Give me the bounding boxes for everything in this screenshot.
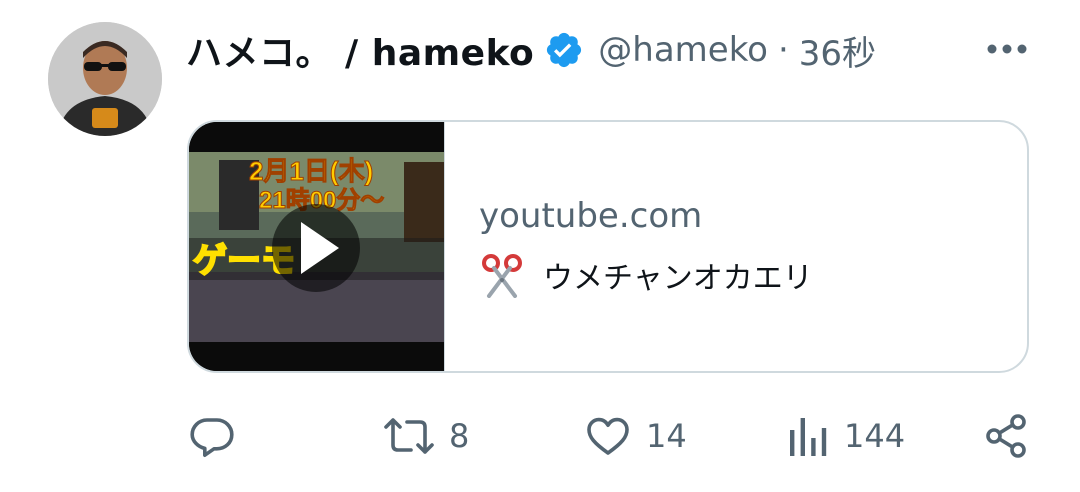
more-dots-icon [987, 44, 1027, 54]
like-button[interactable]: 14 [584, 400, 687, 472]
separator-dot: · [777, 30, 789, 70]
video-thumbnail[interactable]: 2月1日(木) 21時00分〜 ゲーモ [189, 122, 444, 371]
scissors-icon [479, 252, 525, 298]
handle[interactable]: @hameko [598, 30, 768, 70]
share-button[interactable] [982, 400, 1030, 472]
reply-button[interactable] [188, 400, 250, 472]
link-card[interactable]: 2月1日(木) 21時00分〜 ゲーモ youtube.com ウメチャンオカエ… [187, 120, 1029, 373]
card-title-text: ウメチャンオカエリ [543, 261, 813, 296]
views-count: 144 [844, 417, 906, 455]
tweet-header: ハメコ。 / hameko @hameko · 36秒 [186, 20, 1036, 80]
thumbnail-date-text: 2月1日(木) [249, 156, 373, 186]
action-bar: 8 14 144 [0, 400, 1080, 472]
avatar[interactable] [48, 22, 162, 136]
avatar-image [48, 22, 162, 136]
like-count: 14 [646, 417, 687, 455]
card-title: ウメチャンオカエリ [479, 252, 813, 298]
more-options-button[interactable] [986, 34, 1028, 64]
card-info[interactable]: youtube.com ウメチャンオカエリ [444, 122, 1027, 371]
display-name[interactable]: ハメコ。 / hameko [186, 24, 534, 76]
play-button-icon[interactable] [272, 204, 360, 292]
reply-icon [190, 418, 234, 457]
retweet-button[interactable]: 8 [383, 400, 469, 472]
views-chart-icon [790, 418, 827, 456]
retweet-count: 8 [449, 417, 470, 455]
heart-icon [587, 417, 629, 455]
verified-badge-icon [544, 30, 584, 70]
timestamp[interactable]: 36秒 [799, 26, 876, 75]
card-domain: youtube.com [479, 196, 703, 236]
views-button[interactable]: 144 [786, 400, 905, 472]
share-icon [986, 414, 1026, 458]
retweet-icon [384, 418, 434, 454]
